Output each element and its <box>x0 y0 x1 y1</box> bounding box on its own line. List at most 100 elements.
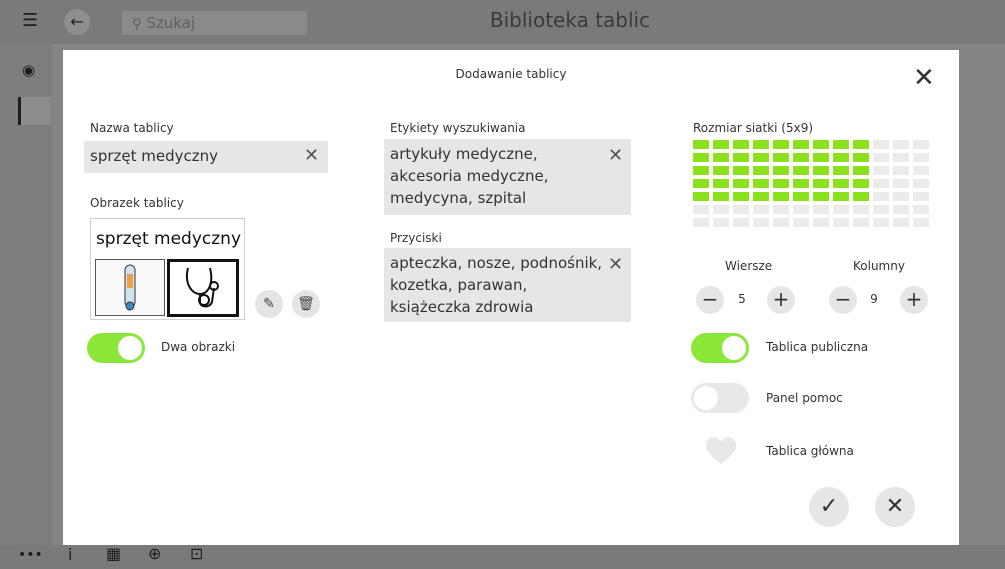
grid-cell[interactable] <box>833 192 849 201</box>
grid-cell[interactable] <box>813 140 829 149</box>
grid-cell[interactable] <box>813 153 829 162</box>
grid-cell[interactable] <box>893 192 909 201</box>
two-images-toggle[interactable] <box>87 333 145 363</box>
grid-cell[interactable] <box>913 192 929 201</box>
grid-cell[interactable] <box>733 140 749 149</box>
grid-cell[interactable] <box>893 166 909 175</box>
grid-cell[interactable] <box>913 218 929 227</box>
grid-cell[interactable] <box>853 140 869 149</box>
more-icon[interactable]: ••• <box>18 548 43 562</box>
grid-cell[interactable] <box>693 218 709 227</box>
grid-cell[interactable] <box>733 153 749 162</box>
board-name-input[interactable]: sprzęt medyczny ✕ <box>84 141 328 173</box>
grid-cell[interactable] <box>773 192 789 201</box>
grid-cell[interactable] <box>893 205 909 214</box>
grid-cell[interactable] <box>873 153 889 162</box>
grid-cell[interactable] <box>793 192 809 201</box>
grid-cell[interactable] <box>713 140 729 149</box>
rows-increase-button[interactable]: + <box>767 286 795 314</box>
grid-cell[interactable] <box>793 166 809 175</box>
grid-cell[interactable] <box>693 166 709 175</box>
grid-cell[interactable] <box>873 205 889 214</box>
grid-cell[interactable] <box>833 205 849 214</box>
grid-cell[interactable] <box>773 153 789 162</box>
grid-cell[interactable] <box>873 192 889 201</box>
grid-cell[interactable] <box>833 153 849 162</box>
confirm-button[interactable]: ✓ <box>809 487 849 527</box>
grid-cell[interactable] <box>733 192 749 201</box>
clear-buttons-icon[interactable]: ✕ <box>608 256 623 274</box>
grid-cell[interactable] <box>713 192 729 201</box>
search-input[interactable]: ⚲ Szukaj <box>122 11 307 35</box>
grid-cell[interactable] <box>733 205 749 214</box>
grid-cell[interactable] <box>853 192 869 201</box>
buttons-input[interactable]: apteczka, nosze, podnośnik, kozetka, par… <box>384 248 631 322</box>
grid-cell[interactable] <box>773 179 789 188</box>
grid-cell[interactable] <box>773 218 789 227</box>
grid-cell[interactable] <box>753 179 769 188</box>
grid-cell[interactable] <box>873 179 889 188</box>
grid-cell[interactable] <box>753 140 769 149</box>
eye-icon[interactable]: ◉ <box>22 63 35 78</box>
grid-cell[interactable] <box>753 205 769 214</box>
grid-cell[interactable] <box>813 192 829 201</box>
grid-cell[interactable] <box>753 192 769 201</box>
grid-cell[interactable] <box>733 218 749 227</box>
heart-icon[interactable] <box>705 436 737 470</box>
export-icon[interactable]: ⊡ <box>190 546 203 562</box>
grid-cell[interactable] <box>793 205 809 214</box>
grid-cell[interactable] <box>893 153 909 162</box>
grid-cell[interactable] <box>833 179 849 188</box>
grid-cell[interactable] <box>813 205 829 214</box>
grid-cell[interactable] <box>693 179 709 188</box>
grid-cell[interactable] <box>913 153 929 162</box>
grid-cell[interactable] <box>893 218 909 227</box>
rows-decrease-button[interactable]: − <box>696 286 724 314</box>
grid-cell[interactable] <box>893 179 909 188</box>
grid-cell[interactable] <box>813 166 829 175</box>
grid-cell[interactable] <box>693 192 709 201</box>
grid-cell[interactable] <box>713 153 729 162</box>
back-icon[interactable]: ← <box>64 9 90 35</box>
cols-decrease-button[interactable]: − <box>829 286 857 314</box>
grid-cell[interactable] <box>793 153 809 162</box>
public-board-toggle[interactable] <box>691 333 749 363</box>
grid-cell[interactable] <box>833 140 849 149</box>
grid-cell[interactable] <box>733 179 749 188</box>
grid-cell[interactable] <box>853 205 869 214</box>
help-panel-toggle[interactable] <box>691 383 749 413</box>
grid-cell[interactable] <box>733 166 749 175</box>
search-tags-input[interactable]: artykuły medyczne, akcesoria medyczne, m… <box>384 139 631 215</box>
grid-cell[interactable] <box>713 179 729 188</box>
cancel-button[interactable]: ✕ <box>875 487 915 527</box>
close-dialog-button[interactable]: ✕ <box>913 65 935 91</box>
grid-cell[interactable] <box>773 205 789 214</box>
grid-cell[interactable] <box>853 179 869 188</box>
grid-cell[interactable] <box>693 140 709 149</box>
edit-image-button[interactable]: ✎ <box>255 290 283 318</box>
grid-cell[interactable] <box>693 205 709 214</box>
grid-cell[interactable] <box>813 179 829 188</box>
board-image-card[interactable]: sprzęt medyczny <box>90 218 245 320</box>
grid-cell[interactable] <box>873 140 889 149</box>
grid-cell[interactable] <box>793 179 809 188</box>
grid-cell[interactable] <box>853 153 869 162</box>
grid-cell[interactable] <box>713 166 729 175</box>
clear-name-icon[interactable]: ✕ <box>304 147 319 165</box>
add-page-icon[interactable]: ⊕ <box>148 546 161 562</box>
grid-cell[interactable] <box>853 166 869 175</box>
grid-cell[interactable] <box>813 218 829 227</box>
grid-cell[interactable] <box>873 218 889 227</box>
grid-cell[interactable] <box>773 166 789 175</box>
grid-cell[interactable] <box>753 153 769 162</box>
grid-cell[interactable] <box>833 218 849 227</box>
grid-size-picker[interactable] <box>693 140 933 244</box>
grid-cell[interactable] <box>793 140 809 149</box>
grid-cell[interactable] <box>893 140 909 149</box>
grid-cell[interactable] <box>713 205 729 214</box>
grid-cell[interactable] <box>913 179 929 188</box>
info-icon[interactable]: i <box>68 547 72 563</box>
add-board-icon[interactable]: ▦ <box>106 546 121 562</box>
grid-cell[interactable] <box>913 166 929 175</box>
grid-cell[interactable] <box>833 166 849 175</box>
